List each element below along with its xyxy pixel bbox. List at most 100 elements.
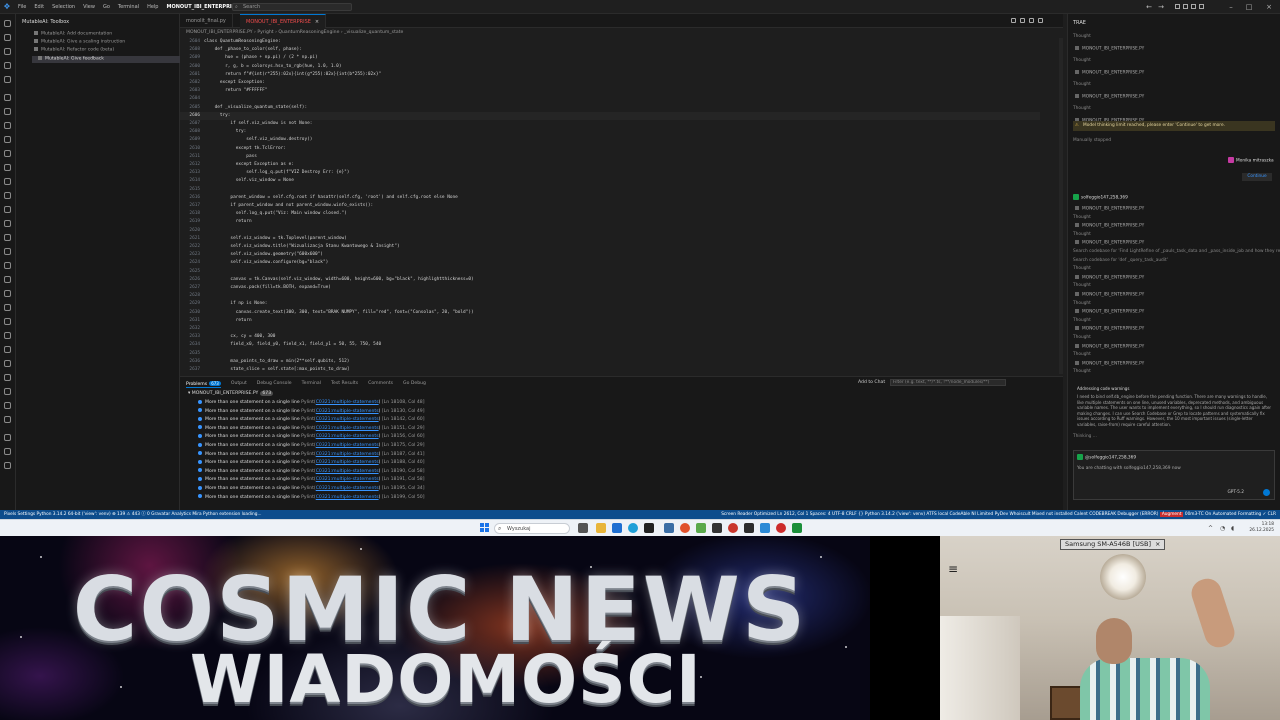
- tab-comments[interactable]: Comments: [368, 381, 393, 388]
- code-line[interactable]: 2628: [180, 292, 1040, 300]
- chat-thought-entry[interactable]: Thought: [1073, 369, 1091, 376]
- chat-file-reference[interactable]: MONOUT_IBI_ENTERPRISE.PY: [1075, 206, 1144, 213]
- maximize-icon[interactable]: □: [1242, 0, 1256, 14]
- debug-icon[interactable]: [1020, 18, 1025, 23]
- chat-file-reference[interactable]: MONOUT_IBI_ENTERPRISE.PY: [1075, 344, 1144, 351]
- add-to-chat-button[interactable]: Add to Chat: [858, 380, 885, 385]
- taskbar-search[interactable]: ⌕ Wyszukaj: [494, 523, 570, 534]
- task-view-icon[interactable]: [578, 523, 588, 533]
- source-control-icon[interactable]: [4, 48, 11, 55]
- code-line[interactable]: 2637 state_slice = self.state[:max_point…: [180, 366, 1040, 374]
- chat-file-reference[interactable]: MONOUT_IBI_ENTERPRISE.PY: [1075, 275, 1144, 282]
- layout-panel-icon[interactable]: [1183, 4, 1188, 9]
- chat-thought-entry[interactable]: Thought: [1073, 283, 1091, 290]
- ext-icon-11[interactable]: [4, 234, 11, 241]
- code-line[interactable]: 2601 return f"#{int(r*255):02x}{int(g*25…: [180, 71, 1040, 79]
- ext-icon-4[interactable]: [4, 136, 11, 143]
- chat-file-reference[interactable]: MONOUT_IBI_ENTERPRISE.PY: [1075, 309, 1144, 316]
- menu-selection[interactable]: Selection: [48, 4, 79, 10]
- problem-code-link[interactable]: C0321:multiple-statements: [316, 486, 379, 491]
- chat-input-box[interactable]: @solfeggio147,258,369 You are chatting w…: [1073, 450, 1275, 500]
- app-icon-8[interactable]: [696, 523, 706, 533]
- sidebar-item-refactor[interactable]: MutableAI: Refactor code (beta): [34, 47, 114, 54]
- augment-status[interactable]: Augment: [1159, 512, 1184, 517]
- ext-icon-22[interactable]: [4, 388, 11, 395]
- app-icon-11[interactable]: [744, 523, 754, 533]
- code-line[interactable]: 2631 return: [180, 317, 1040, 325]
- sidebar-item-scaling[interactable]: MutableAI: Give a scaling instruction: [34, 39, 125, 46]
- problem-row[interactable]: More than one statement on a single line…: [198, 451, 425, 459]
- command-center-search[interactable]: ⌕ Search: [232, 3, 352, 11]
- ext-icon-7[interactable]: [4, 178, 11, 185]
- layout-secondary-icon[interactable]: [1191, 4, 1196, 9]
- problem-row[interactable]: More than one statement on a single line…: [198, 485, 425, 493]
- minimize-icon[interactable]: –: [1224, 0, 1238, 14]
- problem-code-link[interactable]: C0321:multiple-statements: [316, 452, 379, 457]
- code-line[interactable]: 2623 self.viz_window.geometry("600x600"): [180, 251, 1040, 259]
- ext-icon-20[interactable]: [4, 360, 11, 367]
- menu-go[interactable]: Go: [99, 4, 114, 10]
- close-icon[interactable]: ×: [1155, 540, 1160, 548]
- chat-thought-entry[interactable]: Thought: [1073, 82, 1091, 89]
- chat-file-reference[interactable]: MONOUT_IBI_ENTERPRISE.PY: [1075, 292, 1144, 299]
- problem-row[interactable]: More than one statement on a single line…: [198, 476, 425, 484]
- sidebar-item-feedback[interactable]: MutableAI: Give feedback: [32, 56, 180, 63]
- code-line[interactable]: 2634 field_x0, field_y0, field_x1, field…: [180, 341, 1040, 349]
- ext-icon-8[interactable]: [4, 192, 11, 199]
- code-line[interactable]: 2627 canvas.pack(fill=tk.BOTH, expand=Tr…: [180, 284, 1040, 292]
- chat-thought-entry[interactable]: Thought: [1073, 352, 1091, 359]
- code-line[interactable]: 2612 except Exception as e:: [180, 161, 1040, 169]
- search-view-icon[interactable]: [4, 34, 11, 41]
- file-explorer-icon[interactable]: [596, 523, 606, 533]
- chat-thought-entry[interactable]: Thought: [1073, 106, 1091, 113]
- problems-file-group[interactable]: ▾ MONOUT_IBI_ENTERPRISE.PY 673: [188, 391, 274, 396]
- problem-code-link[interactable]: C0321:multiple-statements: [316, 426, 379, 431]
- chat-thought-entry[interactable]: Thought: [1073, 58, 1091, 65]
- app-icon-6[interactable]: [664, 523, 674, 533]
- problem-row[interactable]: More than one statement on a single line…: [198, 433, 425, 441]
- tab-debug-console[interactable]: Debug Console: [257, 381, 292, 388]
- chat-thought-entry[interactable]: Thought: [1073, 318, 1091, 325]
- chat-thought-entry[interactable]: Thought: [1073, 232, 1091, 239]
- account-icon[interactable]: [4, 448, 11, 455]
- chat-thought-entry[interactable]: Thought: [1073, 301, 1091, 308]
- code-line[interactable]: 2603 return "#FFFFFF": [180, 87, 1040, 95]
- continue-button[interactable]: Continue: [1242, 173, 1272, 181]
- problem-row[interactable]: More than one statement on a single line…: [198, 416, 425, 424]
- code-line[interactable]: 2608 try:: [180, 128, 1040, 136]
- code-line[interactable]: 2602 except Exception:: [180, 79, 1040, 87]
- start-windows-icon[interactable]: [480, 523, 490, 533]
- code-line[interactable]: 2620: [180, 227, 1040, 235]
- ext-icon-15[interactable]: [4, 290, 11, 297]
- run-icon[interactable]: [1011, 18, 1016, 23]
- ext-icon-14[interactable]: [4, 276, 11, 283]
- problems-filter-input[interactable]: Filter (e.g. text, **/*.ts, !**/node_mod…: [890, 379, 1006, 386]
- chat-file-reference[interactable]: MONOUT_IBI_ENTERPRISE.PY: [1075, 326, 1144, 333]
- layout-customize-icon[interactable]: [1199, 4, 1204, 9]
- active-project[interactable]: MONOUT_IBI_ENTERPRISE: [162, 4, 242, 10]
- code-line[interactable]: 2629 if np is None:: [180, 300, 1040, 308]
- network-icon[interactable]: ◔: [1220, 525, 1225, 532]
- chat-thought-entry[interactable]: Thought: [1073, 335, 1091, 342]
- search-codebase-entry[interactable]: Search codebase for 'def _query_task_aud…: [1073, 258, 1168, 265]
- close-window-icon[interactable]: ×: [1262, 0, 1276, 14]
- menu-edit[interactable]: Edit: [30, 4, 48, 10]
- code-line[interactable]: 2614 self.viz_window = None: [180, 177, 1040, 185]
- ext-icon-25[interactable]: [4, 434, 11, 441]
- code-line[interactable]: 2615: [180, 186, 1040, 194]
- ext-icon-21[interactable]: [4, 374, 11, 381]
- chat-file-reference[interactable]: MONOUT_IBI_ENTERPRISE.PY: [1075, 223, 1144, 230]
- code-line[interactable]: 2609 self.viz_window.destroy(): [180, 136, 1040, 144]
- explorer-icon[interactable]: [4, 20, 11, 27]
- status-right[interactable]: Screen Reader Optimized Ln 2612, Col 1 S…: [721, 510, 1276, 519]
- sidebar-item-add-docs[interactable]: MutableAI: Add documentation: [34, 31, 112, 38]
- ext-icon-23[interactable]: [4, 402, 11, 409]
- tab-terminal[interactable]: Terminal: [302, 381, 321, 388]
- problem-code-link[interactable]: C0321:multiple-statements: [316, 417, 379, 422]
- model-selector[interactable]: GPT-5.2: [1227, 490, 1244, 495]
- code-editor[interactable]: 2604 class QuantumReasoningEngine: 2608 de…: [180, 38, 1050, 374]
- code-line[interactable]: 2635: [180, 350, 1040, 358]
- chat-file-reference[interactable]: MONOUT_IBI_ENTERPRISE.PY: [1075, 240, 1144, 247]
- brave-icon[interactable]: [680, 523, 690, 533]
- problem-code-link[interactable]: C0321:multiple-statements: [316, 477, 379, 482]
